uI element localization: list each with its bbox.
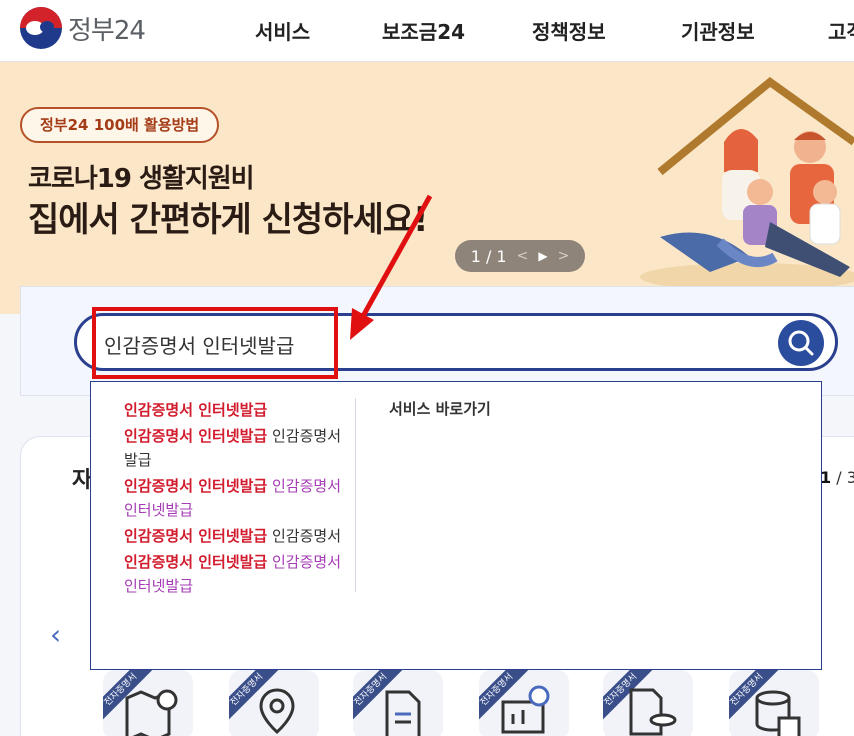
suggestion-item[interactable]: 인감증명서 인터넷발급 인감증명서 인터넷발급 [124, 550, 346, 598]
search-highlight-box [92, 307, 338, 379]
suggestion-match: 인감증명서 인터넷발급 [124, 553, 268, 571]
document-database-icon [629, 688, 677, 736]
nav-item-policy-info[interactable]: 정책정보 [532, 16, 606, 45]
service-shortcut-title: 서비스 바로가기 [389, 400, 491, 418]
suggestion-match: 인감증명서 인터넷발급 [124, 427, 268, 445]
site-header: 정부24 서비스 보조금24 정책정보 기관정보 고객 [0, 0, 854, 62]
site-logo[interactable]: 정부24 [20, 7, 146, 49]
usage-guide-pill[interactable]: 정부24 100배 활용방법 [20, 107, 220, 143]
dropdown-divider [355, 398, 356, 592]
map-search-icon [125, 689, 178, 736]
service-card-chart[interactable]: 전자증명서 [479, 670, 569, 736]
nav-item-agency-info[interactable]: 기관정보 [681, 16, 755, 45]
suggestion-item[interactable]: 인감증명서 인터넷발급 인감증명서 발급 [124, 424, 346, 472]
banner-play-button[interactable]: ▶ [538, 249, 547, 263]
suggestion-rest: 인감증명서 [267, 527, 342, 545]
nav-item-subsidy24[interactable]: 보조금24 [382, 16, 465, 45]
page-total: / 3 [836, 468, 854, 487]
suggestion-list: 인감증명서 인터넷발급 인감증명서 인터넷발급 인감증명서 발급 인감증명서 인… [124, 398, 346, 600]
search-icon [788, 330, 814, 356]
suggestion-match: 인감증명서 인터넷발급 [124, 401, 268, 419]
taegeuk-logo-icon [20, 7, 62, 49]
suggestion-item[interactable]: 인감증명서 인터넷발급 [124, 398, 346, 422]
service-card-map[interactable]: 전자증명서 [103, 670, 193, 736]
presentation-chart-icon [501, 685, 550, 734]
family-illustration [640, 76, 854, 291]
database-icon [755, 690, 801, 736]
carousel-prev-button[interactable]: ‹ [50, 618, 61, 651]
logo-text: 정부24 [68, 15, 146, 46]
banner-pager: 1 / 1 < ▶ > [455, 240, 585, 272]
service-card-location[interactable]: 전자증명서 [229, 670, 319, 736]
document-icon [385, 690, 421, 736]
banner-prev-button[interactable]: < [517, 248, 529, 264]
suggestion-match: 인감증명서 인터넷발급 [124, 527, 268, 545]
suggestion-item[interactable]: 인감증명서 인터넷발급 인감증명서 [124, 524, 346, 548]
annotation-arrow-icon [350, 194, 433, 340]
service-card-database[interactable]: 전자증명서 [729, 670, 819, 736]
banner-next-button[interactable]: > [558, 248, 570, 264]
banner-page-indicator: 1 / 1 [470, 246, 507, 266]
service-card-database-doc[interactable]: 전자증명서 [603, 670, 693, 736]
location-pin-icon [259, 688, 295, 734]
service-card-document[interactable]: 전자증명서 [353, 670, 443, 736]
banner-title-line1: 코로나19 생활지원비 [28, 164, 255, 194]
suggestion-match: 인감증명서 인터넷발급 [124, 477, 268, 495]
nav-item-services[interactable]: 서비스 [255, 16, 310, 45]
nav-item-customer[interactable]: 고객 [828, 16, 854, 45]
search-button[interactable] [778, 320, 824, 366]
section-pagination: 1 / 3 [820, 468, 854, 487]
suggestion-item[interactable]: 인감증명서 인터넷발급 인감증명서 인터넷발급 [124, 474, 346, 522]
